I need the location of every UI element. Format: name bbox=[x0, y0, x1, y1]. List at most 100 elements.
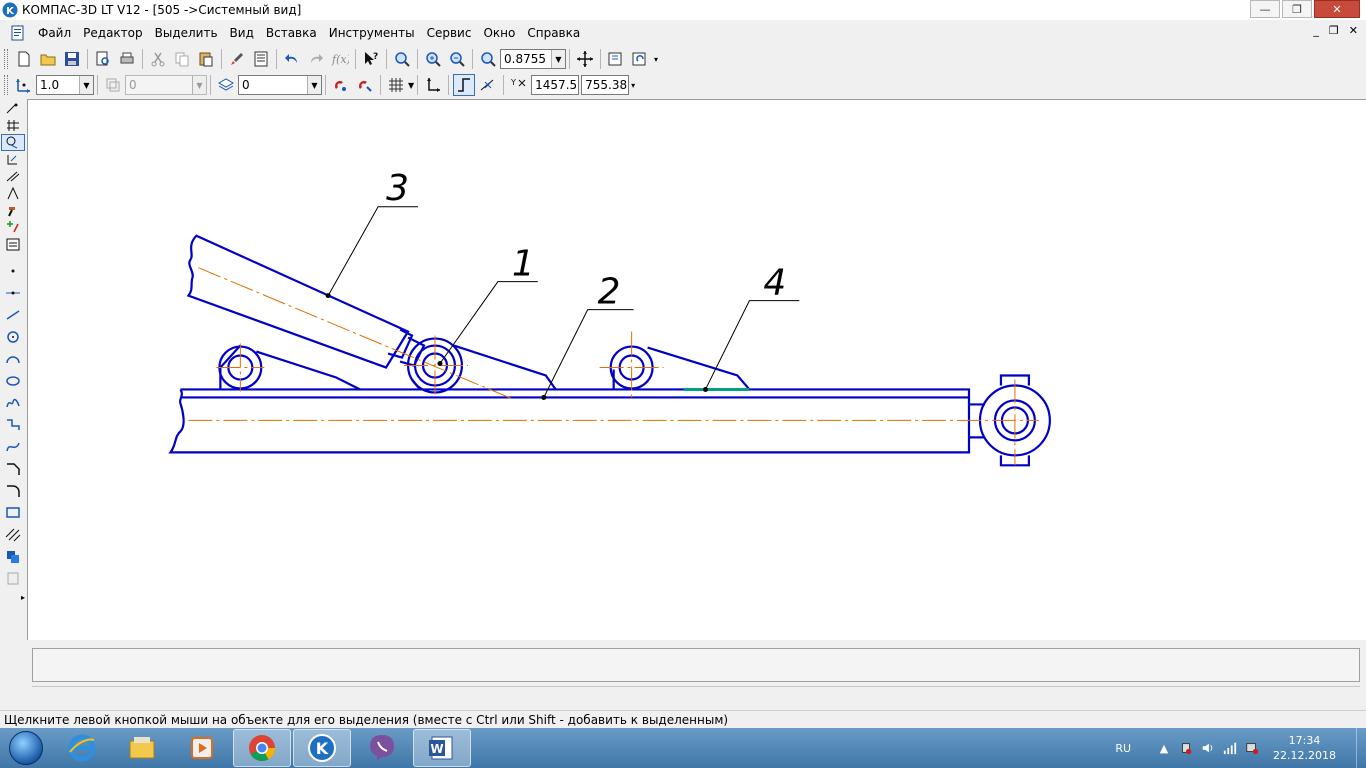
menu-editor[interactable]: Редактор bbox=[77, 26, 148, 40]
cursor-coords-button[interactable]: Y bbox=[508, 74, 530, 96]
taskbar-word[interactable]: W bbox=[413, 729, 471, 767]
doc-restore-button[interactable]: ❐ bbox=[1329, 24, 1339, 37]
coord-y-field[interactable]: 755.387 bbox=[581, 75, 630, 95]
menu-insert[interactable]: Вставка bbox=[260, 26, 323, 40]
taskbar-viber[interactable] bbox=[353, 729, 411, 767]
format-brush-button[interactable] bbox=[226, 48, 248, 70]
volume-icon[interactable] bbox=[1200, 740, 1216, 756]
style-combo[interactable]: 0 ▼ bbox=[238, 75, 322, 95]
minimize-button[interactable]: — bbox=[1250, 0, 1280, 18]
chevron-down-icon[interactable]: ▼ bbox=[192, 76, 206, 94]
zoom-combo[interactable]: 0.8755 ▼ bbox=[500, 49, 566, 69]
arc-button[interactable] bbox=[1, 347, 25, 369]
tray-expand-icon[interactable]: ▲ bbox=[1156, 740, 1172, 756]
ellipse-button[interactable] bbox=[1, 369, 25, 391]
print-preview-button[interactable] bbox=[92, 48, 114, 70]
language-indicator[interactable]: RU bbox=[1115, 742, 1131, 755]
start-button[interactable] bbox=[0, 728, 52, 768]
panel-expand-button[interactable]: ▸ bbox=[1, 589, 25, 606]
pan-button[interactable] bbox=[574, 48, 596, 70]
zoom-window-button[interactable] bbox=[391, 48, 413, 70]
line-scale-combo[interactable]: 1.0 ▼ bbox=[36, 75, 94, 95]
paste-button[interactable] bbox=[195, 48, 217, 70]
signal-icon[interactable] bbox=[1222, 740, 1238, 756]
show-all-button[interactable] bbox=[605, 48, 627, 70]
params-button[interactable] bbox=[477, 74, 499, 96]
grid-button[interactable] bbox=[385, 74, 407, 96]
reports-panel-button[interactable] bbox=[1, 236, 25, 253]
toolbar-grip[interactable] bbox=[4, 49, 8, 69]
open-file-button[interactable] bbox=[37, 48, 59, 70]
clock[interactable]: 17:34 22.12.2018 bbox=[1273, 733, 1336, 763]
chevron-down-icon[interactable]: ▼ bbox=[408, 81, 414, 90]
function-button[interactable]: f(x) bbox=[329, 48, 351, 70]
zoom-out-button[interactable] bbox=[446, 48, 468, 70]
taskbar-explorer[interactable] bbox=[113, 729, 171, 767]
doc-minimize-button[interactable]: _ bbox=[1313, 24, 1319, 37]
bezier-button[interactable] bbox=[1, 435, 25, 457]
zoom-in-button[interactable] bbox=[422, 48, 444, 70]
parametrization-panel-button[interactable] bbox=[1, 168, 25, 185]
properties-button[interactable] bbox=[250, 48, 272, 70]
segment-button[interactable] bbox=[1, 303, 25, 325]
menu-view[interactable]: Вид bbox=[224, 26, 260, 40]
layer-combo[interactable]: 0 ▼ bbox=[125, 75, 207, 95]
new-file-button[interactable] bbox=[13, 48, 35, 70]
menu-help[interactable]: Справка bbox=[521, 26, 586, 40]
spline-button[interactable] bbox=[1, 391, 25, 413]
taskbar-ie[interactable] bbox=[53, 729, 111, 767]
copy-button[interactable] bbox=[171, 48, 193, 70]
hatch-button[interactable] bbox=[1, 523, 25, 545]
refresh-button[interactable] bbox=[629, 48, 651, 70]
dimensions-panel-button[interactable] bbox=[1, 117, 25, 134]
cut-button[interactable] bbox=[147, 48, 169, 70]
fillet-button[interactable] bbox=[1, 479, 25, 501]
redo-button[interactable] bbox=[305, 48, 327, 70]
point-tool-button[interactable] bbox=[1, 259, 25, 281]
select-panel-button[interactable] bbox=[1, 202, 25, 219]
editing-panel-button[interactable] bbox=[1, 151, 25, 168]
polyline-button[interactable] bbox=[1, 413, 25, 435]
auxiliary-line-button[interactable] bbox=[1, 281, 25, 303]
chamfer-button[interactable] bbox=[1, 457, 25, 479]
help-pointer-button[interactable]: ? bbox=[360, 48, 382, 70]
menu-window[interactable]: Окно bbox=[477, 26, 521, 40]
snap-step-button[interactable] bbox=[13, 74, 35, 96]
property-panel-input[interactable] bbox=[32, 648, 1360, 682]
local-snap-button[interactable] bbox=[330, 74, 352, 96]
toolbar-overflow-icon[interactable]: ▾ bbox=[631, 81, 635, 90]
local-cs-button[interactable] bbox=[422, 74, 444, 96]
close-button[interactable]: ✕ bbox=[1314, 0, 1360, 18]
menu-tools[interactable]: Инструменты bbox=[323, 26, 421, 40]
collection-button[interactable] bbox=[1, 567, 25, 589]
show-desktop-button[interactable] bbox=[1356, 728, 1366, 768]
taskbar-media[interactable] bbox=[173, 729, 231, 767]
symbols-panel-button[interactable] bbox=[1, 134, 25, 151]
style-button[interactable] bbox=[215, 74, 237, 96]
circle-button[interactable] bbox=[1, 325, 25, 347]
drawing-canvas[interactable]: 3 1 2 4 bbox=[27, 99, 1366, 640]
menu-select[interactable]: Выделить bbox=[149, 26, 224, 40]
drawing-view[interactable]: 3 1 2 4 bbox=[28, 100, 1366, 640]
taskbar-chrome[interactable] bbox=[233, 729, 291, 767]
maximize-button[interactable]: ❐ bbox=[1282, 0, 1312, 18]
menu-service[interactable]: Сервис bbox=[421, 26, 478, 40]
layer-button[interactable] bbox=[102, 74, 124, 96]
doc-close-button[interactable]: ✕ bbox=[1349, 24, 1358, 37]
measure-panel-button[interactable] bbox=[1, 185, 25, 202]
ortho-button[interactable] bbox=[453, 74, 476, 96]
chevron-down-icon[interactable]: ▼ bbox=[79, 76, 93, 94]
chevron-down-icon[interactable]: ▼ bbox=[307, 76, 321, 94]
undo-button[interactable] bbox=[281, 48, 303, 70]
rectangle-button[interactable] bbox=[1, 501, 25, 523]
menu-file[interactable]: Файл bbox=[32, 26, 77, 40]
taskbar-kompas[interactable]: K bbox=[293, 729, 351, 767]
spec-panel-button[interactable] bbox=[1, 219, 25, 236]
chevron-down-icon[interactable]: ▼ bbox=[551, 50, 565, 68]
save-button[interactable] bbox=[61, 48, 83, 70]
document-icon[interactable] bbox=[10, 25, 26, 41]
global-snap-button[interactable] bbox=[354, 74, 376, 96]
toolbar-overflow-icon[interactable]: ▾ bbox=[654, 55, 658, 64]
fill-button[interactable] bbox=[1, 545, 25, 567]
usb-device-icon[interactable] bbox=[1178, 740, 1194, 756]
